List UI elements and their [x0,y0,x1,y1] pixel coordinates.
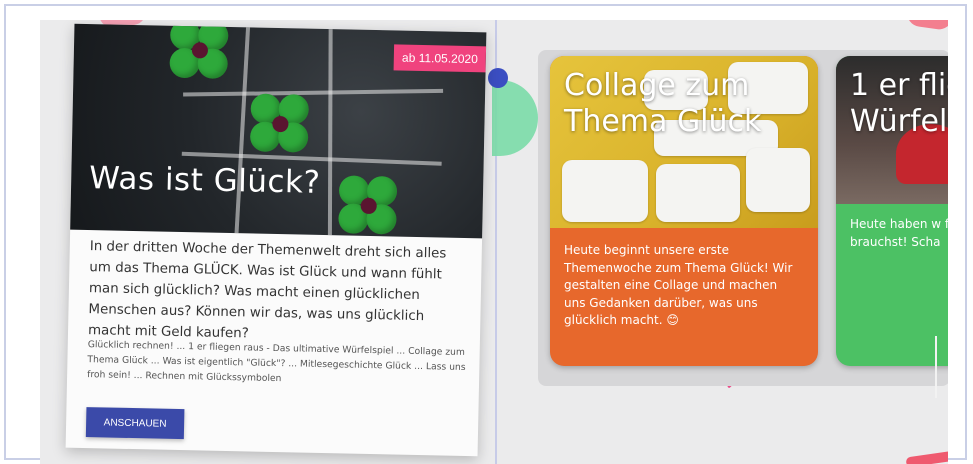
lesson-card[interactable]: Collage zum Thema Glück Heute beginnt un… [550,56,818,366]
hero-image: ab 11.05.2020 Was ist Glück? [70,23,487,239]
clover-icon [169,23,230,81]
chalk-line [183,88,444,97]
card-tags: Glücklich rechnen! ... 1 er fliegen raus… [87,339,466,385]
anschauen-button[interactable]: ANSCHAUEN [85,407,185,440]
lesson-card-title: Collage zum Thema Glück [564,68,762,139]
paper-note [562,160,648,222]
chalk-line [234,27,251,234]
decorative-shape [905,20,948,32]
paper-note [746,148,810,212]
lesson-carousel[interactable]: Collage zum Thema Glück Heute beginnt un… [538,50,948,386]
page-canvas: ab 11.05.2020 Was ist Glück? In der drit… [40,20,948,464]
clover-icon [249,93,311,154]
decorative-half-circle [492,80,538,156]
decorative-dot [488,68,508,88]
date-badge: ab 11.05.2020 [393,44,487,73]
scrollbar[interactable] [935,336,937,398]
theme-card-glueck[interactable]: ab 11.05.2020 Was ist Glück? In der drit… [65,23,487,457]
lesson-card-text: Heute beginnt unsere erste Themenwoche z… [564,243,793,327]
clover-icon [338,175,399,236]
card-description: In der dritten Woche der Themenwelt dreh… [87,239,447,342]
lesson-card-text: Heute haben w für dich, für da brauchst!… [850,217,948,249]
lesson-card-title: 1 er flie Das ult Würfels [850,68,948,139]
chalk-line [327,29,333,236]
card-title: Was ist Glück? [88,160,321,201]
paper-note [656,164,740,222]
lesson-card[interactable]: 1 er flie Das ult Würfels Heute haben w … [836,56,948,366]
decorative-arrow [905,450,948,464]
